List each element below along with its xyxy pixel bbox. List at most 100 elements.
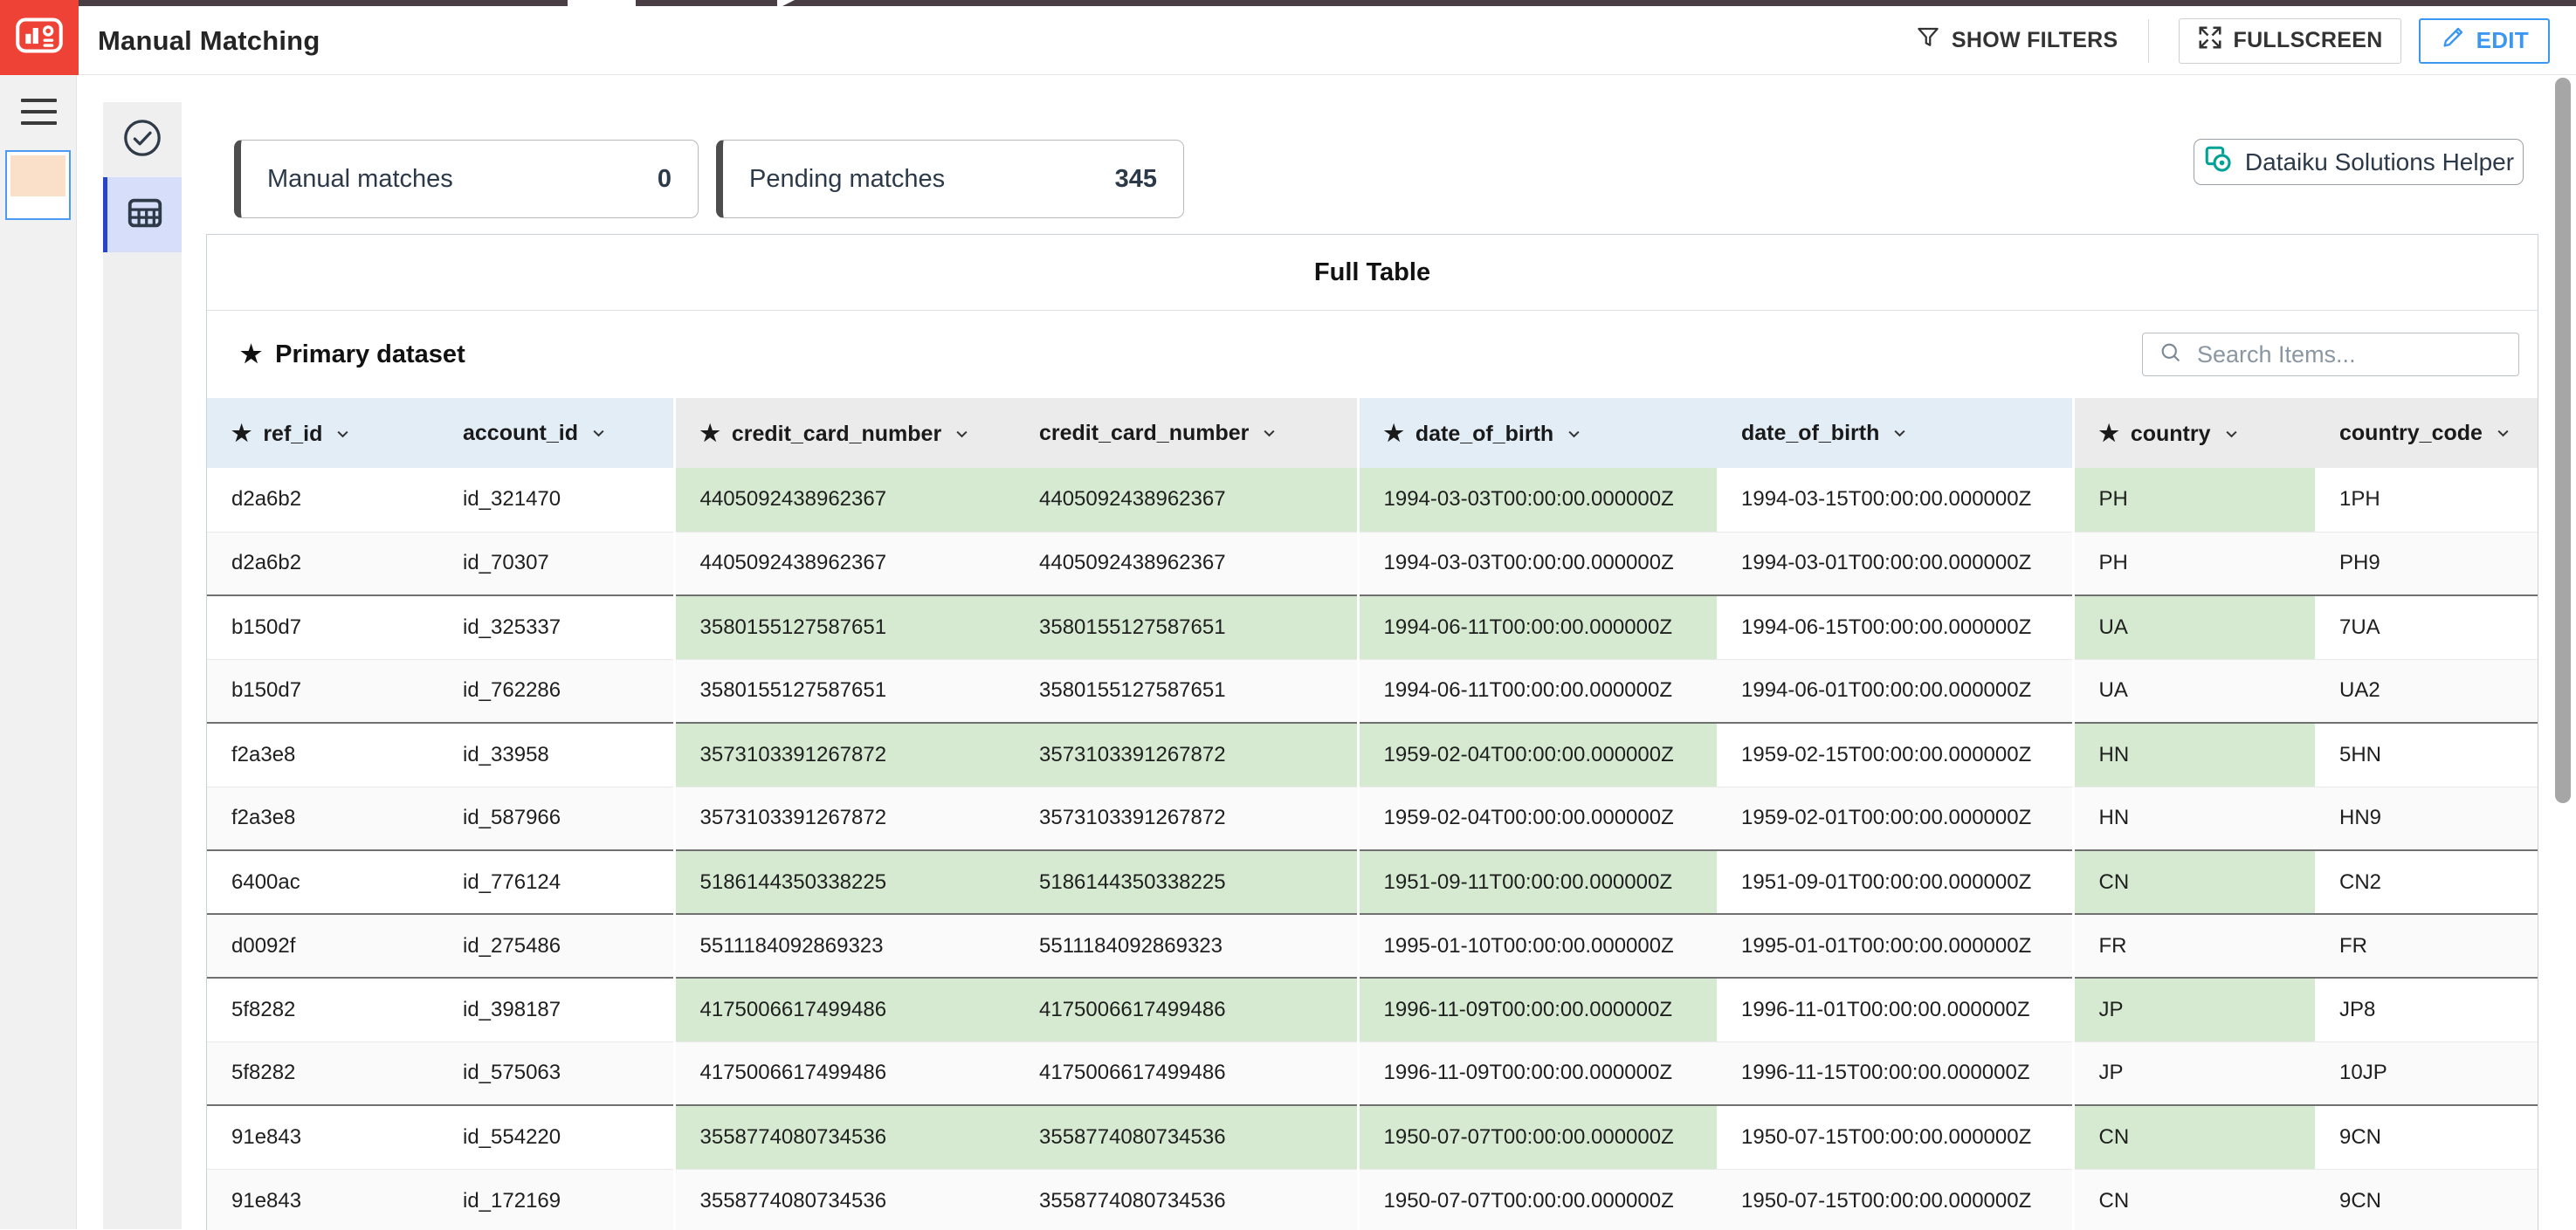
table-cell: 1994-06-15T00:00:00.000000Z — [1717, 594, 2073, 659]
table-cell: HN — [2071, 722, 2315, 787]
column-header-credit_card_number[interactable]: ★ credit_card_number — [672, 398, 1015, 468]
check-circle-icon — [122, 118, 162, 162]
chevron-down-icon[interactable] — [941, 422, 970, 446]
column-header-date_of_birth[interactable]: date_of_birth — [1717, 398, 2073, 468]
table-cell: PH — [2071, 468, 2315, 532]
chevron-down-icon[interactable] — [2483, 421, 2511, 445]
table-cell: HN — [2071, 786, 2315, 850]
table-cell: 4405092438962367 — [1015, 468, 1358, 532]
chevron-down-icon[interactable] — [1879, 421, 1908, 445]
table-row[interactable]: d0092f id_275486 5511184092869323 551118409… — [207, 913, 2538, 978]
table-cell: FR — [2315, 913, 2538, 978]
stat-label: Pending matches — [749, 164, 946, 193]
vertical-scrollbar[interactable] — [2555, 78, 2571, 803]
search-icon — [2159, 340, 2183, 369]
show-filters-button[interactable]: SHOW FILTERS — [1915, 24, 2118, 57]
table-cell: 5f8282 — [207, 1041, 438, 1105]
table-cell: id_776124 — [438, 849, 674, 914]
column-header-credit_card_number[interactable]: credit_card_number — [1015, 398, 1358, 468]
table-cell: id_70307 — [438, 531, 674, 595]
table-row[interactable]: b150d7 id_762286 3580155127587651 358015512… — [207, 658, 2538, 723]
table-row[interactable]: 91e843 id_554220 3558774080734536 355877408… — [207, 1104, 2538, 1169]
chevron-down-icon[interactable] — [1553, 422, 1582, 446]
table-row[interactable]: d2a6b2 id_321470 4405092438962367 440509243… — [207, 468, 2538, 532]
show-filters-label: SHOW FILTERS — [1951, 28, 2118, 52]
table-row[interactable]: d2a6b2 id_70307 4405092438962367 4405092438… — [207, 531, 2538, 595]
table-cell: 3580155127587651 — [672, 658, 1015, 723]
table-cell: 1950-07-07T00:00:00.000000Z — [1356, 1168, 1717, 1230]
table-cell: 1950-07-07T00:00:00.000000Z — [1356, 1104, 1717, 1169]
column-name: ref_id — [263, 421, 323, 446]
table-cell: FR — [2071, 913, 2315, 978]
table-cell: 1994-03-03T00:00:00.000000Z — [1356, 531, 1717, 595]
table-cell: UA — [2071, 658, 2315, 723]
table-row[interactable]: b150d7 id_325337 3580155127587651 358015512… — [207, 594, 2538, 659]
table-cell: 3558774080734536 — [672, 1168, 1015, 1230]
table-row[interactable]: 91e843 id_172169 3558774080734536 355877408… — [207, 1168, 2538, 1230]
table-cell: 5186144350338225 — [1015, 849, 1358, 914]
column-header-country_code[interactable]: country_code — [2315, 398, 2538, 468]
solutions-helper-button[interactable]: Dataiku Solutions Helper — [2194, 139, 2524, 185]
table-cell: CN — [2071, 849, 2315, 914]
full-table-card: Full Table ★ Primary dataset ★ ref_id acco… — [206, 234, 2538, 1230]
rail-item-matches[interactable] — [103, 102, 182, 177]
menu-icon[interactable] — [21, 99, 57, 133]
table-row[interactable]: 5f8282 id_575063 4175006617499486 417500661… — [207, 1041, 2538, 1105]
table-cell: 4175006617499486 — [1015, 977, 1358, 1041]
primary-dataset-label: ★ Primary dataset — [240, 340, 465, 368]
table-cell: CN2 — [2315, 849, 2538, 914]
column-header-account_id[interactable]: account_id — [438, 398, 674, 468]
app-header: Manual Matching SHOW FILTERS FULLSCREEN — [0, 0, 2576, 75]
stat-label: Manual matches — [267, 164, 453, 193]
table-cell: 91e843 — [207, 1168, 438, 1230]
table-cell: 1995-01-10T00:00:00.000000Z — [1356, 913, 1717, 978]
chevron-down-icon[interactable] — [1249, 421, 1278, 445]
rail-item-full-table[interactable] — [103, 177, 182, 252]
table-cell: id_398187 — [438, 977, 674, 1041]
table-cell: PH9 — [2315, 531, 2538, 595]
table-cell: 5511184092869323 — [672, 913, 1015, 978]
table-cell: 1950-07-15T00:00:00.000000Z — [1717, 1104, 2073, 1169]
browser-tab-strip — [636, 0, 777, 6]
stat-card-manual-matches: Manual matches 0 — [234, 140, 699, 218]
table-row[interactable]: 5f8282 id_398187 4175006617499486 417500661… — [207, 977, 2538, 1041]
table-row[interactable]: f2a3e8 id_587966 3573103391267872 357310339… — [207, 786, 2538, 850]
table-header-row: ★ ref_id account_id ★ credit_card_number cred… — [207, 398, 2538, 468]
table-row[interactable]: f2a3e8 id_33958 3573103391267872 3573103391… — [207, 722, 2538, 787]
column-header-date_of_birth[interactable]: ★ date_of_birth — [1356, 398, 1717, 468]
icon-rail — [103, 102, 182, 1229]
column-name: account_id — [463, 420, 578, 445]
table-cell: d2a6b2 — [207, 468, 438, 532]
star-icon: ★ — [2098, 419, 2119, 446]
edit-button[interactable]: EDIT — [2418, 17, 2550, 64]
chevron-down-icon[interactable] — [578, 421, 607, 445]
table-cell: b150d7 — [207, 594, 438, 659]
column-header-ref_id[interactable]: ★ ref_id — [207, 398, 438, 468]
star-icon: ★ — [1383, 419, 1404, 446]
table-cell: HN9 — [2315, 786, 2538, 850]
table-cell: 5f8282 — [207, 977, 438, 1041]
fullscreen-button[interactable]: FULLSCREEN — [2178, 17, 2401, 64]
page-thumbnail[interactable] — [5, 150, 71, 220]
table-cell: id_587966 — [438, 786, 674, 850]
search-input[interactable] — [2197, 340, 2506, 368]
pencil-icon — [2440, 24, 2466, 57]
search-box[interactable] — [2142, 333, 2519, 376]
chevron-down-icon[interactable] — [322, 422, 351, 446]
table-row[interactable]: 6400ac id_776124 5186144350338225 518614435… — [207, 849, 2538, 914]
dataiku-logo[interactable] — [0, 0, 79, 75]
chevron-down-icon[interactable] — [2211, 422, 2240, 446]
table-cell: 1950-07-15T00:00:00.000000Z — [1717, 1168, 2073, 1230]
table-cell: id_172169 — [438, 1168, 674, 1230]
table-cell: 5HN — [2315, 722, 2538, 787]
table-cell: 1959-02-04T00:00:00.000000Z — [1356, 786, 1717, 850]
column-name: date_of_birth — [1415, 421, 1554, 446]
table-cell: 1994-03-15T00:00:00.000000Z — [1717, 468, 2073, 532]
column-header-country[interactable]: ★ country — [2071, 398, 2315, 468]
table-cell: 1996-11-09T00:00:00.000000Z — [1356, 1041, 1717, 1105]
table-title: Full Table — [207, 235, 2538, 311]
column-name: country_code — [2339, 420, 2483, 445]
table-cell: 3573103391267872 — [672, 786, 1015, 850]
table-cell: id_275486 — [438, 913, 674, 978]
left-sidebar — [0, 75, 77, 1229]
